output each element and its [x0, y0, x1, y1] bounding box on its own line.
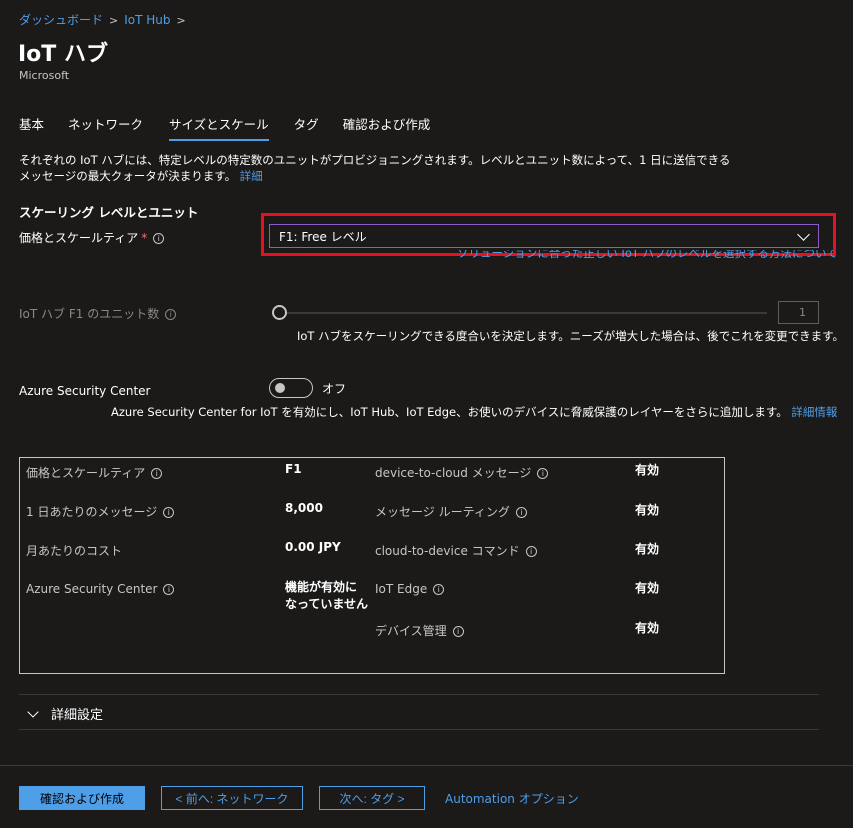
summary-label: メッセージ ルーティング i	[375, 503, 527, 520]
summary-value: 0.00 JPY	[285, 540, 341, 554]
summary-value: 有効	[635, 581, 660, 595]
asc-learn-more-link[interactable]: 詳細情報	[791, 405, 837, 419]
summary-label: cloud-to-device コマンド i	[375, 542, 537, 559]
summary-label-text: デバイス管理	[375, 624, 447, 638]
chevron-right-icon: >	[176, 14, 186, 27]
divider	[19, 729, 819, 730]
required-marker: *	[141, 231, 148, 245]
summary-label: IoT Edge i	[375, 582, 445, 596]
summary-label: 月あたりのコスト	[26, 544, 123, 558]
info-icon[interactable]: i	[163, 584, 175, 595]
summary-value-line: 機能が有効に	[285, 580, 358, 594]
summary-label-text: Azure Security Center	[26, 582, 158, 596]
summary-label-text: device-to-cloud メッセージ	[375, 466, 532, 480]
review-create-button[interactable]: 確認および作成	[19, 786, 145, 810]
tier-dropdown[interactable]: F1: Free レベル	[269, 224, 819, 248]
info-icon[interactable]: i	[165, 309, 177, 320]
tab-review-create[interactable]: 確認および作成	[343, 114, 431, 141]
summary-value: 有効	[635, 503, 660, 517]
info-icon[interactable]: i	[537, 468, 549, 479]
tab-network[interactable]: ネットワーク	[68, 114, 143, 141]
summary-value: 有効	[635, 621, 660, 635]
tab-basics[interactable]: 基本	[19, 114, 44, 141]
units-label-text: IoT ハブ F1 のユニット数	[19, 307, 160, 321]
asc-label: Azure Security Center	[19, 384, 151, 398]
chevron-right-icon: >	[109, 14, 119, 27]
summary-label: 1 日あたりのメッセージ i	[26, 503, 175, 520]
summary-label: デバイス管理 i	[375, 622, 464, 639]
info-icon[interactable]: i	[515, 507, 527, 518]
toggle-knob	[275, 383, 285, 393]
intro-description: それぞれの IoT ハブには、特定レベルの特定数のユニットがプロビジョニングされ…	[19, 153, 731, 183]
summary-value: 有効	[635, 542, 660, 556]
info-icon[interactable]: i	[433, 584, 445, 595]
summary-label-text: IoT Edge	[375, 582, 428, 596]
units-label: IoT ハブ F1 のユニット数 i	[19, 305, 177, 322]
intro-details-link[interactable]: 詳細	[240, 169, 263, 183]
tier-label-text: 価格とスケールティア	[19, 231, 139, 245]
info-icon[interactable]: i	[153, 233, 165, 244]
asc-toggle[interactable]	[269, 378, 313, 398]
summary-label-text: cloud-to-device コマンド	[375, 544, 520, 558]
tier-label: 価格とスケールティア * i	[19, 229, 165, 246]
tab-bar: 基本 ネットワーク サイズとスケール タグ 確認および作成	[19, 114, 455, 141]
summary-label-text: 価格とスケールティア	[26, 466, 146, 480]
tab-size-scale[interactable]: サイズとスケール	[169, 114, 269, 141]
units-slider-track[interactable]	[285, 312, 767, 314]
automation-options-link[interactable]: Automation オプション	[445, 790, 579, 807]
tier-dropdown-value: F1: Free レベル	[279, 229, 367, 244]
summary-value: 有効	[635, 463, 660, 477]
tab-tags[interactable]: タグ	[294, 114, 319, 141]
summary-label: 価格とスケールティア i	[26, 464, 163, 481]
summary-label-text: メッセージ ルーティング	[375, 505, 510, 519]
summary-label-text: 1 日あたりのメッセージ	[26, 505, 158, 519]
info-icon[interactable]: i	[525, 546, 537, 557]
intro-text: それぞれの IoT ハブには、特定レベルの特定数のユニットがプロビジョニングされ…	[19, 152, 739, 184]
divider	[19, 694, 819, 695]
asc-help-text: Azure Security Center for IoT を有効にし、IoT …	[111, 405, 788, 419]
asc-help: Azure Security Center for IoT を有効にし、IoT …	[111, 404, 837, 420]
previous-button[interactable]: < 前へ: ネットワーク	[161, 786, 303, 810]
summary-value-line: なっていません	[285, 597, 369, 611]
footer-divider	[0, 765, 853, 766]
page-subtitle: Microsoft	[19, 69, 70, 82]
tier-help-link[interactable]: ソリューションに合った正しい IoT ハブのレベルを選択する方法について	[457, 250, 838, 262]
summary-value: 8,000	[285, 501, 323, 515]
breadcrumb: ダッシュボード > IoT Hub >	[19, 11, 192, 28]
summary-panel: 価格とスケールティア i F1 1 日あたりのメッセージ i 8,000 月あたりの…	[19, 457, 725, 674]
chevron-down-icon	[27, 705, 39, 718]
units-slider-thumb[interactable]	[272, 305, 287, 320]
advanced-settings-label: 詳細設定	[51, 708, 104, 723]
tier-help-link-text: ソリューションに合った正しい IoT ハブのレベルを選択する方法について	[457, 250, 838, 260]
units-input[interactable]: 1	[778, 301, 819, 324]
summary-label: device-to-cloud メッセージ i	[375, 464, 549, 481]
asc-toggle-state: オフ	[322, 382, 347, 396]
summary-value: 機能が有効に なっていません	[285, 579, 368, 613]
summary-value: F1	[285, 462, 302, 476]
info-icon[interactable]: i	[151, 468, 163, 479]
breadcrumb-iot-hub[interactable]: IoT Hub	[124, 13, 170, 27]
info-icon[interactable]: i	[163, 507, 175, 518]
info-icon[interactable]: i	[452, 626, 464, 637]
summary-label: Azure Security Center i	[26, 582, 175, 596]
units-help-text: IoT ハブをスケーリングできる度合いを決定します。ニーズが増大した場合は、後で…	[297, 329, 844, 343]
advanced-settings-toggle[interactable]: 詳細設定	[27, 704, 104, 723]
page-title: IoT ハブ	[18, 42, 108, 67]
next-button[interactable]: 次へ: タグ >	[319, 786, 425, 810]
chevron-down-icon	[797, 228, 810, 241]
breadcrumb-dashboard[interactable]: ダッシュボード	[19, 13, 103, 27]
scaling-heading: スケーリング レベルとユニット	[19, 205, 199, 220]
